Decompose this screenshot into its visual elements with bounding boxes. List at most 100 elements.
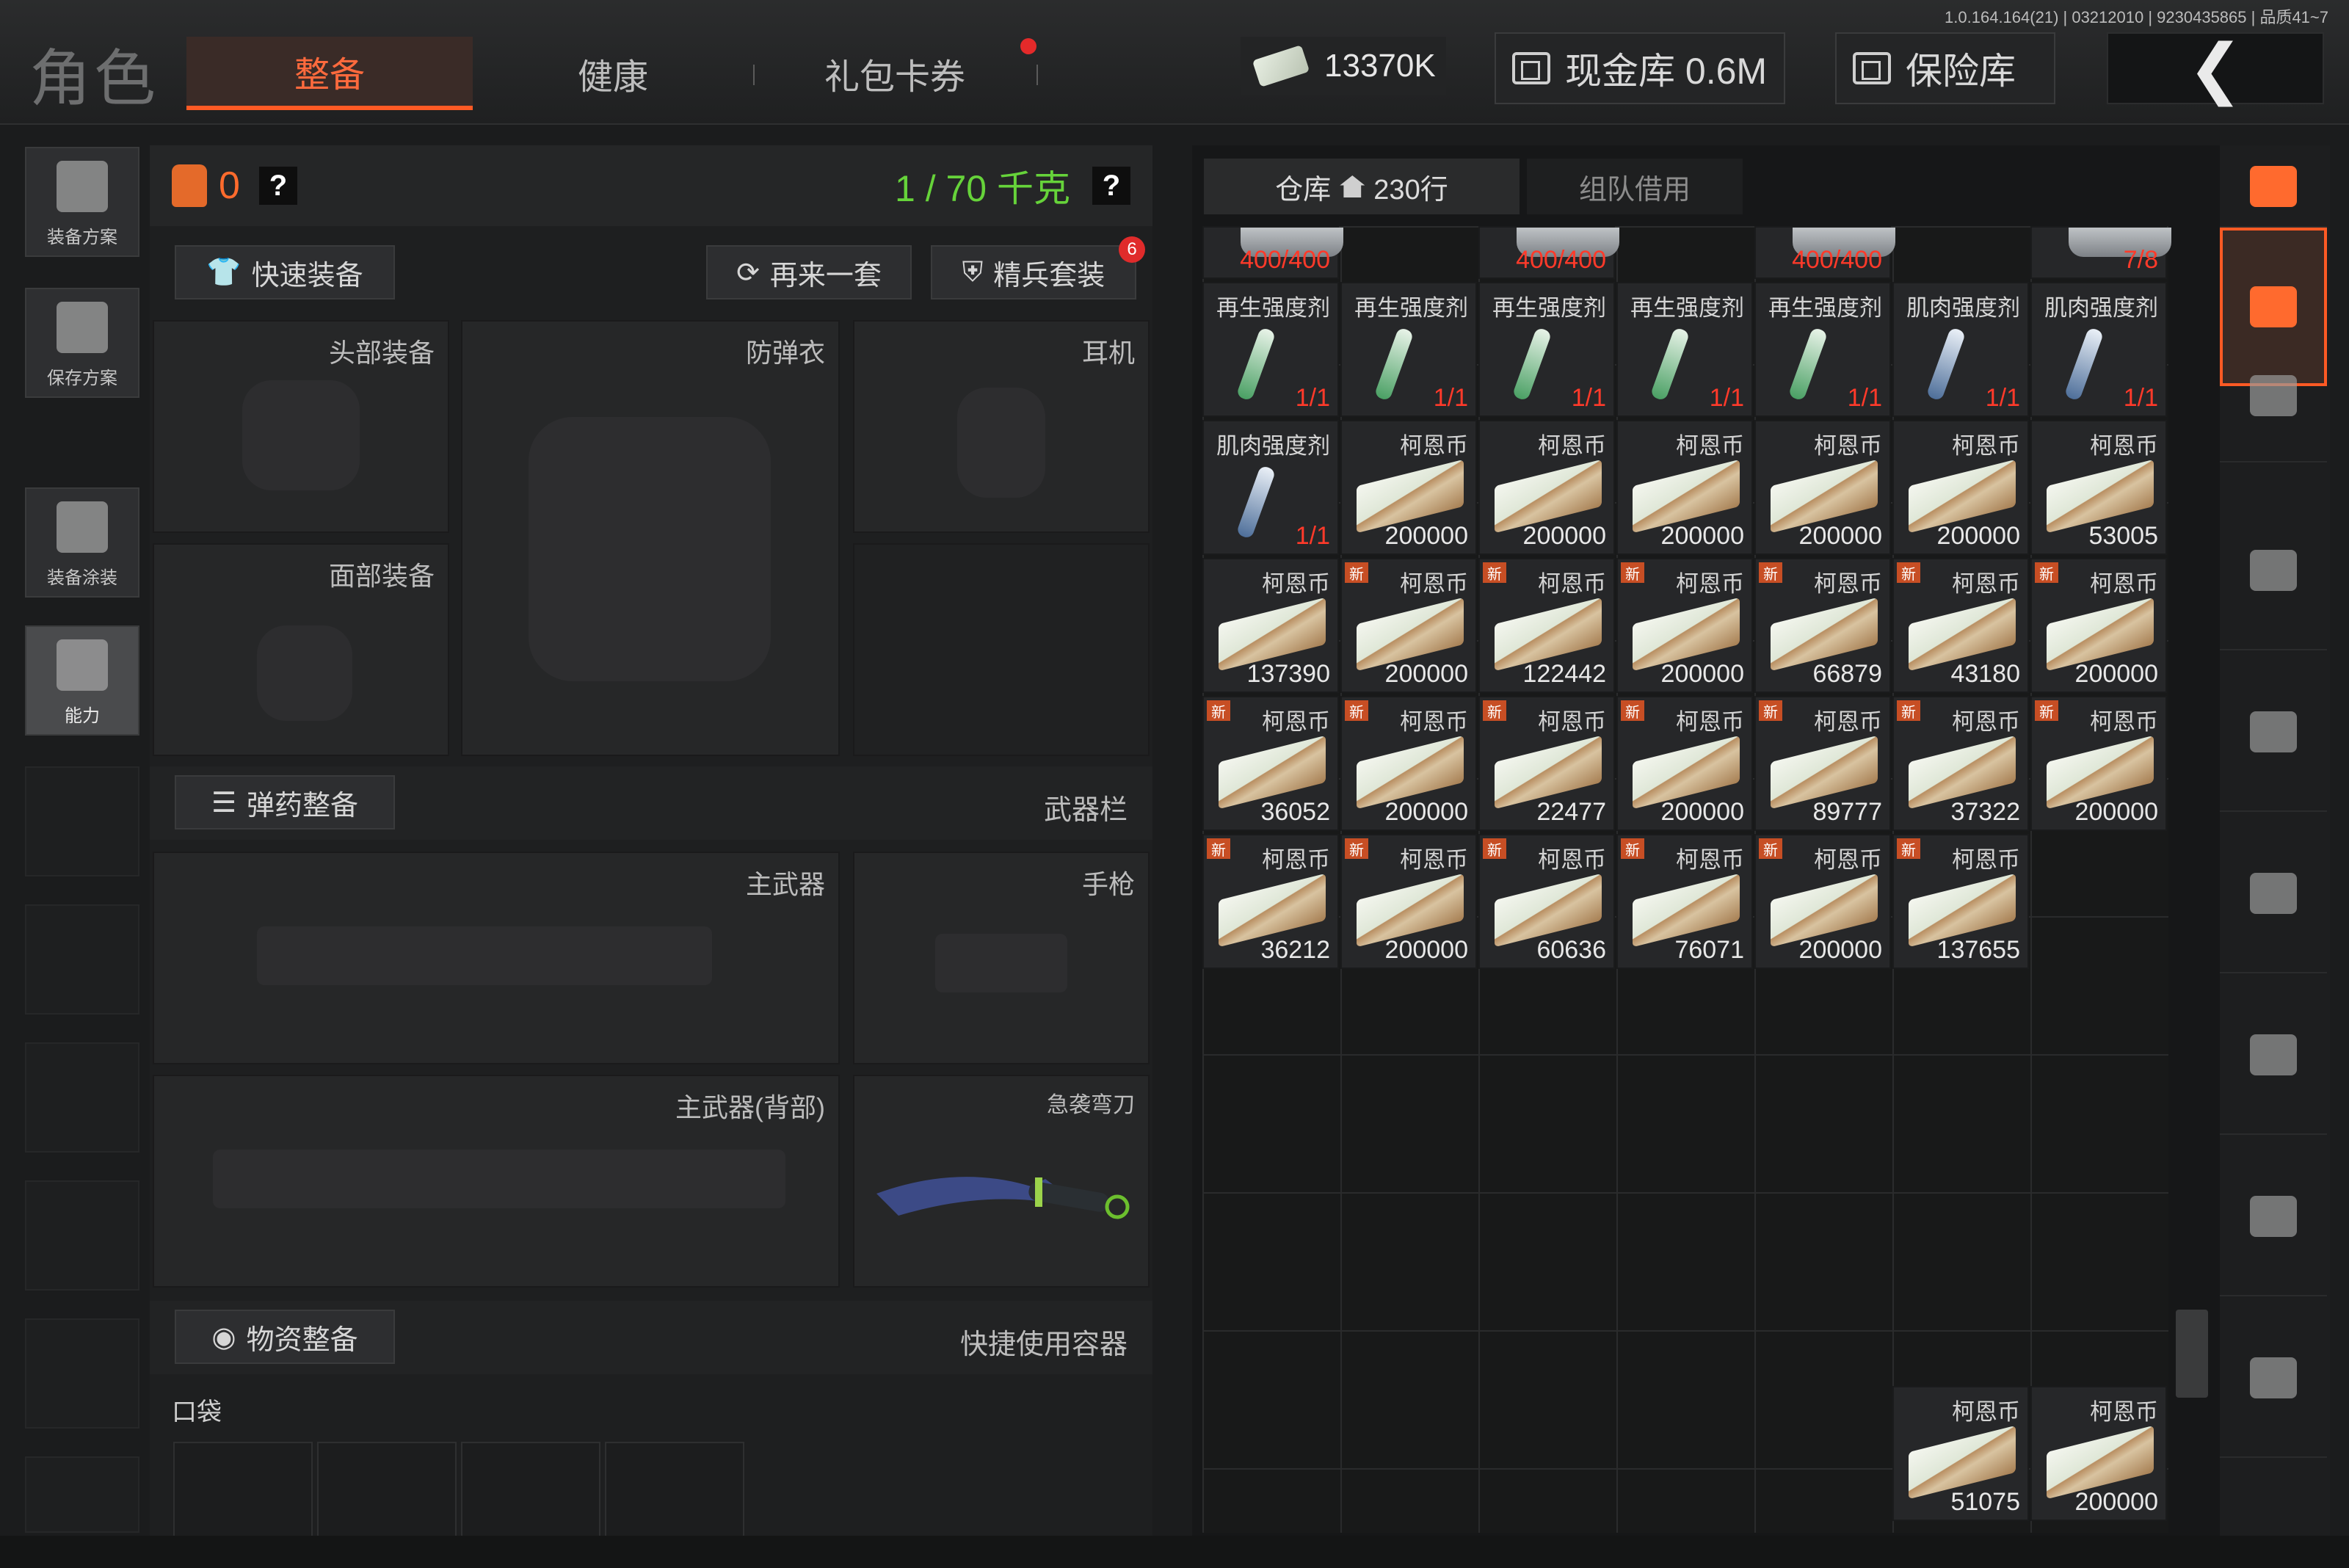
category-cash[interactable]	[2220, 1138, 2327, 1296]
category-boxes[interactable]	[2220, 1299, 2327, 1458]
warehouse-item[interactable]: 新 柯恩币 200000	[1340, 558, 1477, 693]
sidebar-item-save-plan[interactable]: 保存方案	[25, 288, 139, 398]
refresh-icon: ⟳	[736, 257, 760, 288]
warehouse-item[interactable]: 柯恩币 51075	[1892, 1386, 2029, 1521]
slot-armor[interactable]: 防弹衣	[461, 320, 840, 756]
warehouse-item[interactable]: 新 柯恩币 22477	[1478, 696, 1615, 831]
warehouse-item[interactable]: 新 柯恩币 200000	[2030, 558, 2167, 693]
slot-primary-back[interactable]: 主武器(背部)	[153, 1075, 840, 1288]
warehouse-item[interactable]: 新 柯恩币 200000	[1616, 696, 1753, 831]
item-quantity: 66879	[1812, 660, 1882, 688]
syringe-icon	[1925, 327, 1967, 402]
item-quantity: 37322	[1950, 798, 2020, 826]
category-grenade[interactable]	[2220, 653, 2327, 812]
warehouse-item[interactable]: 新 柯恩币 76071	[1616, 834, 1753, 969]
warehouse-item[interactable]: 400/400	[1202, 226, 1343, 279]
category-gear[interactable]	[2220, 492, 2327, 650]
tab-divider	[1036, 65, 1038, 85]
help-button[interactable]: ?	[258, 167, 297, 205]
elite-set-button[interactable]: ⛨ 精兵套装 6	[931, 236, 1145, 300]
item-quantity: 200000	[1384, 936, 1468, 964]
warehouse-item[interactable]: 新 柯恩币 36052	[1202, 696, 1339, 831]
cash-vault-button[interactable]: 现金库 0.6M	[1495, 32, 1785, 104]
warehouse-item[interactable]: 柯恩币 137390	[1202, 558, 1339, 693]
category-medical[interactable]	[2220, 330, 2327, 462]
item-name: 柯恩币	[1400, 433, 1468, 459]
pocket-slot[interactable]	[173, 1442, 313, 1537]
warehouse-item[interactable]: 新 柯恩币 66879	[1754, 558, 1891, 693]
warehouse-item[interactable]: 新 柯恩币 36212	[1202, 834, 1339, 969]
sidebar-item-label: 保存方案	[47, 369, 117, 388]
tab-equip[interactable]: 整备	[186, 37, 473, 110]
item-quantity: 200000	[2074, 1488, 2158, 1516]
again-button[interactable]: ⟳ 再来一套	[706, 245, 912, 300]
slot-face[interactable]: 面部装备	[153, 543, 449, 756]
warehouse-item[interactable]: 再生强度剂 1/1	[1754, 282, 1891, 417]
category-keys[interactable]	[2220, 976, 2327, 1135]
warehouse-item[interactable]: 柯恩币 200000	[1892, 420, 2029, 555]
item-quantity: 1/1	[1433, 384, 1468, 412]
warehouse-item[interactable]: 新 柯恩币 122442	[1478, 558, 1615, 693]
tab-warehouse[interactable]: 仓库 230行	[1204, 159, 1520, 214]
item-name: 柯恩币	[1676, 709, 1744, 735]
tab-health[interactable]: 健康	[470, 37, 756, 110]
pocket-slot[interactable]	[461, 1442, 600, 1537]
back-button[interactable]: ❮	[2107, 32, 2324, 106]
sidebar-item-ability[interactable]: 能力	[25, 625, 139, 736]
warehouse-item[interactable]: 柯恩币 53005	[2030, 420, 2167, 555]
slot-primary-weapon[interactable]: 主武器	[153, 852, 840, 1064]
warehouse-scrollbar[interactable]	[2176, 1310, 2208, 1398]
warehouse-item[interactable]: 新 柯恩币 200000	[2030, 696, 2167, 831]
warehouse-item[interactable]: 再生强度剂 1/1	[1478, 282, 1615, 417]
item-quantity: 60636	[1536, 936, 1606, 964]
sidebar-item-skins[interactable]: 装备涂装	[25, 487, 139, 598]
slot-head[interactable]: 头部装备	[153, 320, 449, 533]
supply-equip-button[interactable]: ◉ 物资整备	[175, 1310, 395, 1364]
warehouse-item[interactable]: 新 柯恩币 200000	[1754, 834, 1891, 969]
warehouse-item[interactable]: 柯恩币 200000	[2030, 1386, 2167, 1521]
warehouse-item[interactable]: 肌肉强度剂 1/1	[1202, 420, 1339, 555]
sidebar-empty-slot	[25, 766, 139, 876]
pocket-slot[interactable]	[317, 1442, 457, 1537]
warehouse-item[interactable]: 新 柯恩币 200000	[1340, 696, 1477, 831]
quick-equip-button[interactable]: 👕 快速装备	[175, 245, 395, 300]
new-tag: 新	[1207, 838, 1230, 859]
category-valuables[interactable]	[2220, 815, 2327, 973]
warehouse-item[interactable]: 柯恩币 200000	[1616, 420, 1753, 555]
item-quantity: 137655	[1936, 936, 2020, 964]
warehouse-item[interactable]: 7/8	[2030, 226, 2171, 279]
item-name: 柯恩币	[1262, 709, 1330, 735]
warehouse-item[interactable]: 再生强度剂 1/1	[1616, 282, 1753, 417]
warehouse-item[interactable]: 肌肉强度剂 1/1	[1892, 282, 2029, 417]
slot-earphone[interactable]: 耳机	[853, 320, 1150, 533]
warehouse-item[interactable]: 新 柯恩币 60636	[1478, 834, 1615, 969]
weight-help-button[interactable]: ?	[1092, 167, 1130, 205]
warehouse-item[interactable]: 再生强度剂 1/1	[1202, 282, 1339, 417]
warehouse-item[interactable]: 400/400	[1478, 226, 1619, 279]
item-quantity: 400/400	[1792, 246, 1882, 274]
warehouse-item[interactable]: 新 柯恩币 37322	[1892, 696, 2029, 831]
warehouse-item[interactable]: 再生强度剂 1/1	[1340, 282, 1477, 417]
slot-pistol[interactable]: 手枪	[853, 852, 1150, 1064]
tab-team-borrow[interactable]: 组队借用	[1527, 159, 1743, 214]
warehouse-item[interactable]: 柯恩币 200000	[1340, 420, 1477, 555]
warehouse-item[interactable]: 新 柯恩币 43180	[1892, 558, 2029, 693]
tab-giftcards[interactable]: 礼包卡券	[752, 37, 1038, 110]
pocket-slot[interactable]	[605, 1442, 744, 1537]
safe-button[interactable]: 保险库	[1835, 32, 2055, 104]
sidebar-item-loadout-plan[interactable]: 装备方案	[25, 147, 139, 257]
item-name: 柯恩币	[1262, 571, 1330, 597]
warehouse-item[interactable]: 新 柯恩币 200000	[1340, 834, 1477, 969]
slot-melee[interactable]: 急袭弯刀	[853, 1075, 1150, 1288]
warehouse-item[interactable]: 柯恩币 200000	[1754, 420, 1891, 555]
warehouse-item[interactable]: 柯恩币 200000	[1478, 420, 1615, 555]
warehouse-item[interactable]: 新 柯恩币 89777	[1754, 696, 1891, 831]
warehouse-item[interactable]: 新 柯恩币 137655	[1892, 834, 2029, 969]
warehouse-item[interactable]: 肌肉强度剂 1/1	[2030, 282, 2167, 417]
category-all[interactable]	[2220, 147, 2327, 228]
warehouse-item[interactable]: 新 柯恩币 200000	[1616, 558, 1753, 693]
sidebar-empty-slot	[25, 1456, 139, 1533]
warehouse-item[interactable]: 400/400	[1754, 226, 1895, 279]
new-tag: 新	[1483, 562, 1506, 583]
ammo-equip-button[interactable]: ☰ 弹药整备	[175, 775, 395, 830]
